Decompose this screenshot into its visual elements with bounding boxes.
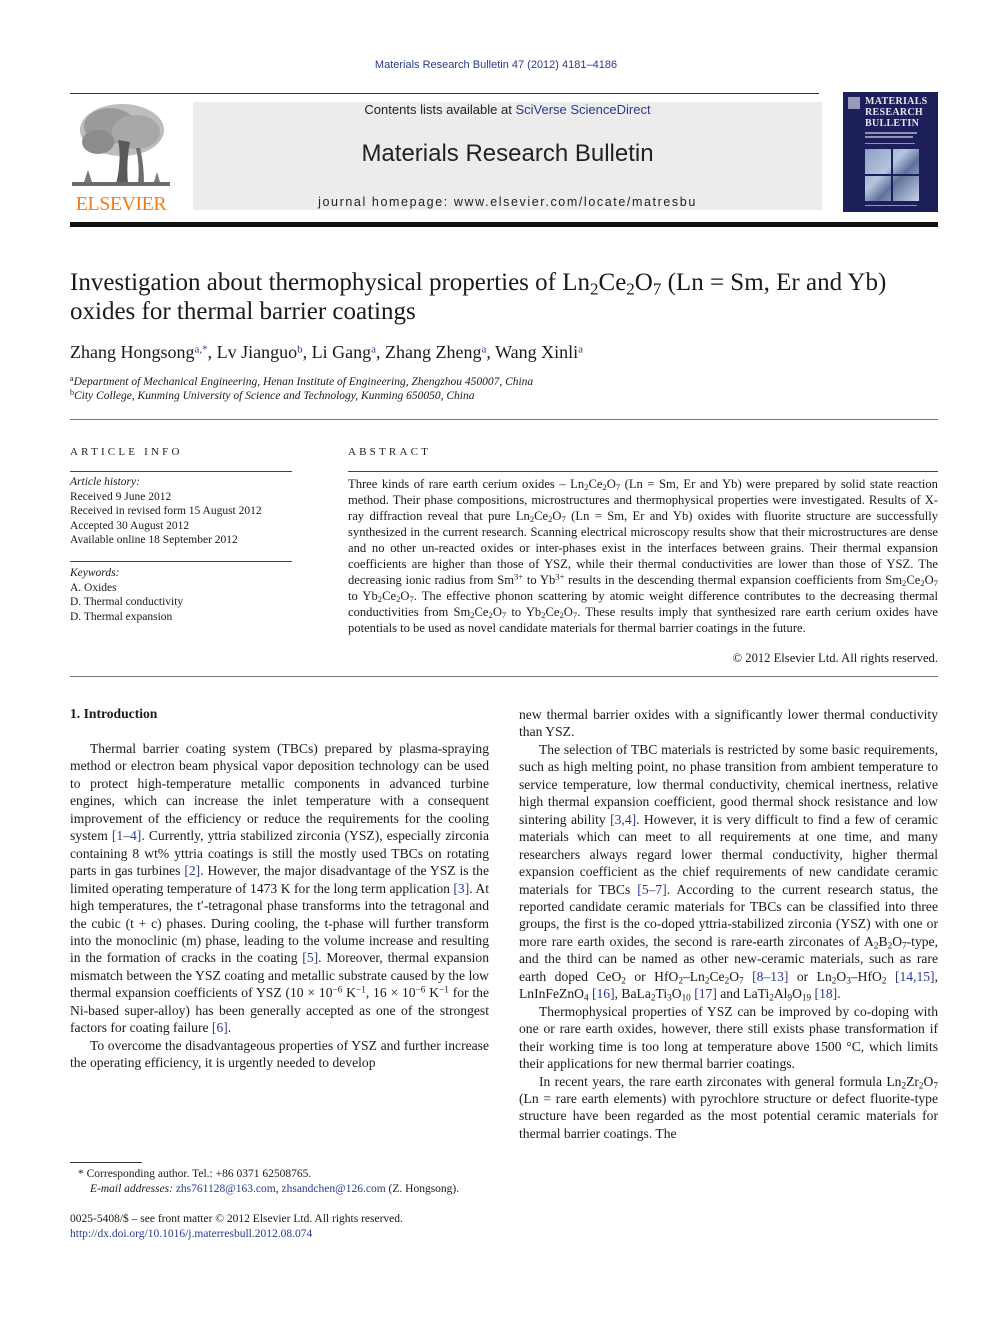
journal-citation-link[interactable]: Materials Research Bulletin 47 (2012) 41… (0, 59, 992, 71)
cover-title: MATERIALS RESEARCH BULLETIN (865, 96, 928, 129)
reference-link[interactable]: [18] (815, 986, 838, 1001)
author-affiliation-link[interactable]: a (578, 344, 583, 356)
section-heading-introduction: 1. Introduction (70, 706, 158, 721)
article-info-heading: ARTICLE INFO (70, 446, 183, 458)
body-column-right: new thermal barrier oxides with a signif… (519, 706, 938, 1142)
divider (70, 561, 292, 562)
abstract-copyright: © 2012 Elsevier Ltd. All rights reserved… (732, 651, 938, 665)
body-column-left: Thermal barrier coating system (TBCs) pr… (70, 740, 489, 1072)
issn-line: 0025-5408/$ – see front matter © 2012 El… (70, 1213, 403, 1225)
reference-link[interactable]: [1–4] (112, 828, 141, 843)
journal-homepage[interactable]: journal homepage: www.elsevier.com/locat… (193, 195, 822, 209)
corresponding-author-footnote: * Corresponding author. Tel.: +86 0371 6… (78, 1167, 498, 1196)
cover-subtitle-line (865, 132, 917, 134)
sciencedirect-link[interactable]: SciVerse ScienceDirect (515, 102, 650, 117)
article-title: Investigation about thermophysical prope… (70, 269, 887, 325)
author-name: Zhang Hongsong (70, 342, 195, 362)
reference-link[interactable]: [5] (302, 950, 318, 965)
abstract-text: Three kinds of rare earth cerium oxides … (348, 477, 939, 635)
contents-prefix: Contents lists available at (364, 102, 516, 117)
keywords-heading: Keywords: (70, 567, 120, 579)
author-name: Li Gang (311, 342, 372, 362)
reference-link[interactable]: [8–13] (752, 969, 788, 984)
author-name: Wang Xinli (495, 342, 579, 362)
history-item: Accepted 30 August 2012 (70, 519, 190, 532)
keyword-item: D. Thermal conductivity (70, 596, 184, 608)
email-link[interactable]: zhsandchen@126.com (281, 1183, 385, 1195)
reference-link[interactable]: [5–7] (637, 882, 666, 897)
reference-link[interactable]: [14,15] (895, 969, 935, 984)
article-history: Article history: Received 9 June 2012 Re… (70, 475, 300, 548)
history-item: Received 9 June 2012 (70, 490, 172, 503)
cover-subtitle-line (865, 136, 913, 138)
divider (70, 676, 938, 677)
divider (348, 471, 938, 472)
header-thick-rule (70, 222, 938, 227)
paragraph: To overcome the disadvantageous properti… (70, 1037, 489, 1071)
paragraph: The selection of TBC materials is restri… (519, 741, 938, 1003)
history-item: Available online 18 September 2012 (70, 534, 238, 546)
author-name: Lv Jianguo (216, 342, 298, 362)
cover-footer-line (865, 205, 917, 206)
contents-line: Contents lists available at SciVerse Sci… (193, 102, 822, 117)
issn-doi-block: 0025-5408/$ – see front matter © 2012 El… (70, 1212, 490, 1241)
header-divider (70, 93, 819, 94)
email-link[interactable]: zhs761128@163.com (176, 1183, 276, 1195)
affiliation-b: bCity College, Kunming University of Sci… (70, 388, 475, 403)
reference-link[interactable]: [3] (453, 881, 469, 896)
corresponding-author-line: * Corresponding author. Tel.: +86 0371 6… (78, 1168, 312, 1180)
author-list: Zhang Hongsonga,*, Lv Jianguob, Li Ganga… (70, 342, 583, 362)
history-item: Received in revised form 15 August 2012 (70, 505, 262, 517)
article-history-heading: Article history: (70, 476, 140, 488)
reference-link[interactable]: [2] (184, 863, 200, 878)
journal-title: Materials Research Bulletin (361, 140, 654, 167)
paragraph: Thermal barrier coating system (TBCs) pr… (70, 741, 489, 1036)
reference-link[interactable]: [17] (694, 986, 717, 1001)
author-affiliation-link[interactable]: b (297, 344, 303, 356)
paragraph: new thermal barrier oxides with a signif… (519, 707, 938, 740)
journal-cover-image: MATERIALS RESEARCH BULLETIN (843, 92, 938, 212)
keyword-item: A. Oxides (70, 581, 117, 594)
footnote-divider (70, 1162, 142, 1163)
divider (70, 471, 292, 472)
abstract-heading: ABSTRACT (348, 446, 432, 458)
paragraph: Thermophysical properties of YSZ can be … (519, 1003, 938, 1072)
author-affiliation-link[interactable]: a (371, 344, 376, 356)
reference-link[interactable]: [3,4] (610, 812, 636, 827)
reference-link[interactable]: [6] (212, 1020, 228, 1035)
paragraph: In recent years, the rare earth zirconat… (519, 1073, 938, 1141)
email-line: E-mail addresses: zhs761128@163.com, zhs… (90, 1182, 460, 1195)
author-name: Zhang Zheng (385, 342, 482, 362)
cover-micrograph-grid (865, 149, 919, 201)
author-affiliation-link[interactable]: a,* (195, 344, 208, 356)
reference-link[interactable]: [16] (592, 986, 615, 1001)
divider (70, 419, 938, 420)
doi-link[interactable]: http://dx.doi.org/10.1016/j.materresbull… (70, 1228, 312, 1240)
keywords: Keywords: A. Oxides D. Thermal conductiv… (70, 566, 300, 624)
cover-subtitle-line (865, 143, 915, 144)
affiliation-a: aDepartment of Mechanical Engineering, H… (70, 374, 534, 389)
keyword-item: D. Thermal expansion (70, 610, 173, 623)
elsevier-wordmark: ELSEVIER (75, 193, 167, 215)
elsevier-tree-icon (70, 100, 172, 192)
elsevier-mini-logo (848, 97, 860, 109)
author-affiliation-link[interactable]: a (481, 344, 486, 356)
